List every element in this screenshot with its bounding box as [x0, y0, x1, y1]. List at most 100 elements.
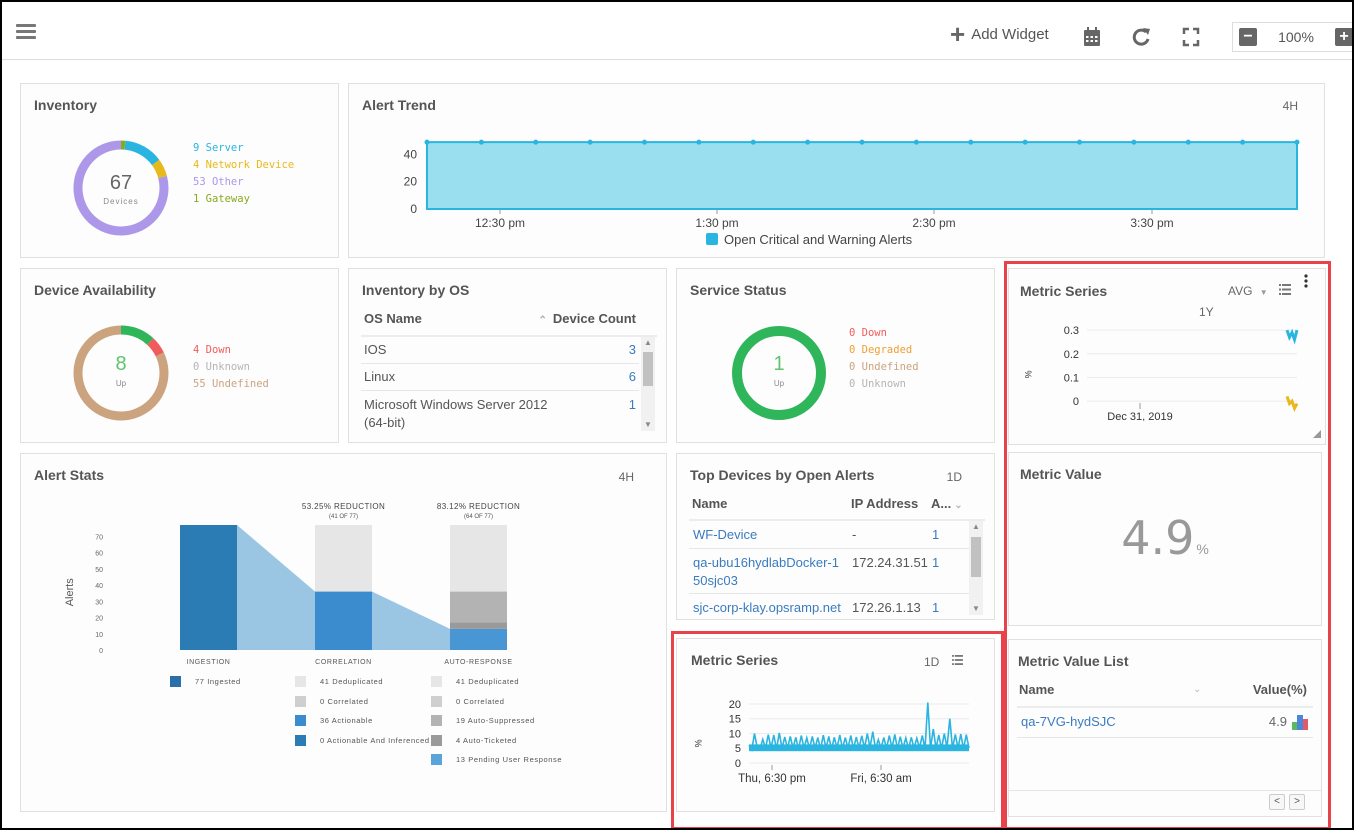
legend-item[interactable]: 77 Ingested [170, 676, 241, 687]
aggregation-dropdown[interactable]: AVG ▼ [1228, 284, 1268, 298]
hamburger-menu-icon[interactable] [16, 24, 36, 40]
legend-item[interactable]: 0 Unknown [193, 359, 269, 376]
caret-down-icon: ▼ [1259, 288, 1268, 297]
y-tick-label: 0.1 [1064, 372, 1079, 384]
column-header-name[interactable]: Name [1019, 682, 1054, 697]
scroll-down-arrow-icon[interactable]: ▼ [641, 419, 655, 431]
more-options-icon[interactable] [1304, 274, 1308, 288]
flow-band [372, 591, 450, 650]
os-table-scrollbar[interactable]: ▲ ▼ [641, 337, 655, 431]
legend-label: 41 Deduplicated [456, 677, 520, 686]
legend-item[interactable]: 0 Down [849, 325, 919, 342]
period-label[interactable]: 1D [924, 655, 939, 669]
legend-item[interactable]: 0 Unknown [849, 376, 919, 393]
scroll-up-arrow-icon[interactable]: ▲ [969, 521, 983, 533]
bar-segment [450, 591, 507, 623]
legend-item[interactable]: 4 Auto-Ticketed [431, 734, 517, 746]
list-view-icon[interactable] [952, 655, 963, 665]
zoom-in-icon[interactable]: + [1335, 28, 1353, 46]
legend-item[interactable]: 41 Deduplicated [431, 676, 519, 687]
table-row[interactable]: WF-Device - 1 [689, 521, 969, 549]
y-tick-label: 20 [95, 616, 103, 623]
top-devices-widget: Top Devices by Open Alerts 1D Name IP Ad… [676, 453, 995, 620]
add-widget-button[interactable]: + Add Widget [950, 21, 1049, 47]
scroll-down-arrow-icon[interactable]: ▼ [969, 603, 983, 615]
legend-item[interactable]: 13 Pending User Response [431, 754, 562, 765]
metric-series-1d-chart: 0 5 10 15 20% Thu, 6:30 pm Fri, 6:30 am [693, 699, 970, 785]
fullscreen-icon[interactable] [1181, 26, 1201, 48]
column-header-alerts[interactable]: A... ⌄ [931, 496, 963, 511]
legend-item[interactable]: 41 Deduplicated [295, 676, 383, 687]
top-devices-scrollbar[interactable]: ▲ ▼ [969, 521, 983, 615]
add-widget-label: Add Widget [971, 25, 1049, 43]
legend-item[interactable]: 0 Undefined [849, 359, 919, 376]
legend-swatch [295, 676, 306, 687]
legend-item[interactable]: 4 Network Device [193, 157, 294, 174]
legend-label: 0 Correlated [320, 696, 369, 706]
table-row[interactable]: Microsoft Windows Server 2012 (64-bit) 1 [361, 391, 639, 433]
period-label[interactable]: 1Y [1199, 305, 1214, 319]
y-tick-label: 20 [729, 699, 741, 711]
legend-label: 36 Actionable [320, 716, 373, 725]
reduction-annotation-sub: (41 OF 77) [329, 514, 358, 520]
zoom-out-icon[interactable]: − [1239, 28, 1257, 46]
legend-item[interactable]: 0 Correlated [295, 695, 369, 707]
column-header-os-name[interactable]: OS Name [364, 311, 422, 326]
calendar-icon[interactable] [1082, 26, 1102, 48]
scroll-up-arrow-icon[interactable]: ▲ [641, 337, 655, 349]
line-series [1285, 328, 1299, 345]
y-axis-label: % [693, 739, 703, 747]
column-header-ip-address[interactable]: IP Address [851, 496, 918, 511]
legend-item[interactable]: 55 Undefined [193, 376, 269, 393]
column-header-device-count[interactable]: ⌃ Device Count [539, 311, 636, 326]
refresh-icon[interactable] [1131, 26, 1151, 48]
scroll-thumb[interactable] [643, 352, 653, 386]
data-point [642, 139, 647, 145]
table-row[interactable]: IOS 3 [361, 337, 639, 364]
data-point [1240, 139, 1246, 145]
bar-segment [450, 628, 507, 650]
resize-handle-icon[interactable] [1313, 430, 1321, 438]
inventory-total: 67 [109, 172, 133, 194]
table-row[interactable]: sjc-corp-klay.opsramp.net 172.26.1.13 1 [689, 594, 969, 622]
y-tick-label: 5 [735, 743, 741, 755]
legend-item[interactable]: 1 Gateway [193, 191, 294, 208]
legend-item[interactable]: 53 Other [193, 174, 294, 191]
period-selector[interactable]: 1D [947, 470, 962, 484]
legend-item[interactable]: 0 Degraded [849, 342, 919, 359]
bar-segment [450, 525, 507, 592]
line-series [1285, 395, 1299, 412]
legend-item[interactable]: 0 Correlated [431, 695, 504, 707]
table-row[interactable]: qa-7VG-hydSJC 4.9 [1017, 708, 1313, 738]
x-tick-label: INGESTION [187, 659, 231, 666]
data-point [1294, 139, 1300, 145]
legend-item[interactable]: 36 Actionable [295, 715, 373, 726]
sort-desc-icon[interactable]: ⌄ [1193, 684, 1201, 695]
legend-swatch [431, 676, 442, 687]
legend-label: 41 Deduplicated [320, 677, 384, 686]
scroll-thumb[interactable] [971, 537, 981, 577]
period-selector[interactable]: 4H [1283, 99, 1298, 113]
metric-value-display: 4.9% [1009, 511, 1321, 565]
column-header-value[interactable]: Value(%) [1253, 682, 1307, 697]
list-view-icon[interactable] [1279, 284, 1291, 295]
table-row[interactable]: Linux 6 [361, 364, 639, 391]
column-header-name[interactable]: Name [692, 496, 727, 511]
pager-next-button[interactable]: > [1289, 794, 1305, 810]
y-tick-label: 0 [735, 758, 741, 770]
data-point [533, 139, 539, 145]
metric-series-1d-widget: Metric Series 1D 0 5 10 15 20% Thu, 6:30 pm Fr… [676, 638, 995, 812]
y-tick-label: 0 [410, 202, 417, 216]
legend-item[interactable]: 9 Server [193, 140, 294, 157]
legend-item[interactable]: 0 Actionable And Inferenced [295, 734, 430, 746]
availability-legend: 4 Down 0 Unknown 55 Undefined [193, 342, 269, 393]
legend-swatch [706, 233, 718, 245]
legend-item[interactable]: 4 Down [193, 342, 269, 359]
table-row[interactable]: qa-ubu16hydlabDocker-150sjc03 172.24.31.… [689, 549, 969, 594]
y-tick-label: 60 [95, 551, 103, 558]
legend-item[interactable]: 19 Auto-Suppressed [431, 715, 535, 726]
period-selector[interactable]: 4H [619, 470, 634, 484]
inventory-legend: 9 Server 4 Network Device 53 Other 1 Gatewa… [193, 140, 294, 208]
pager-prev-button[interactable]: < [1269, 794, 1285, 810]
bar-chart-icon[interactable] [1291, 714, 1309, 730]
